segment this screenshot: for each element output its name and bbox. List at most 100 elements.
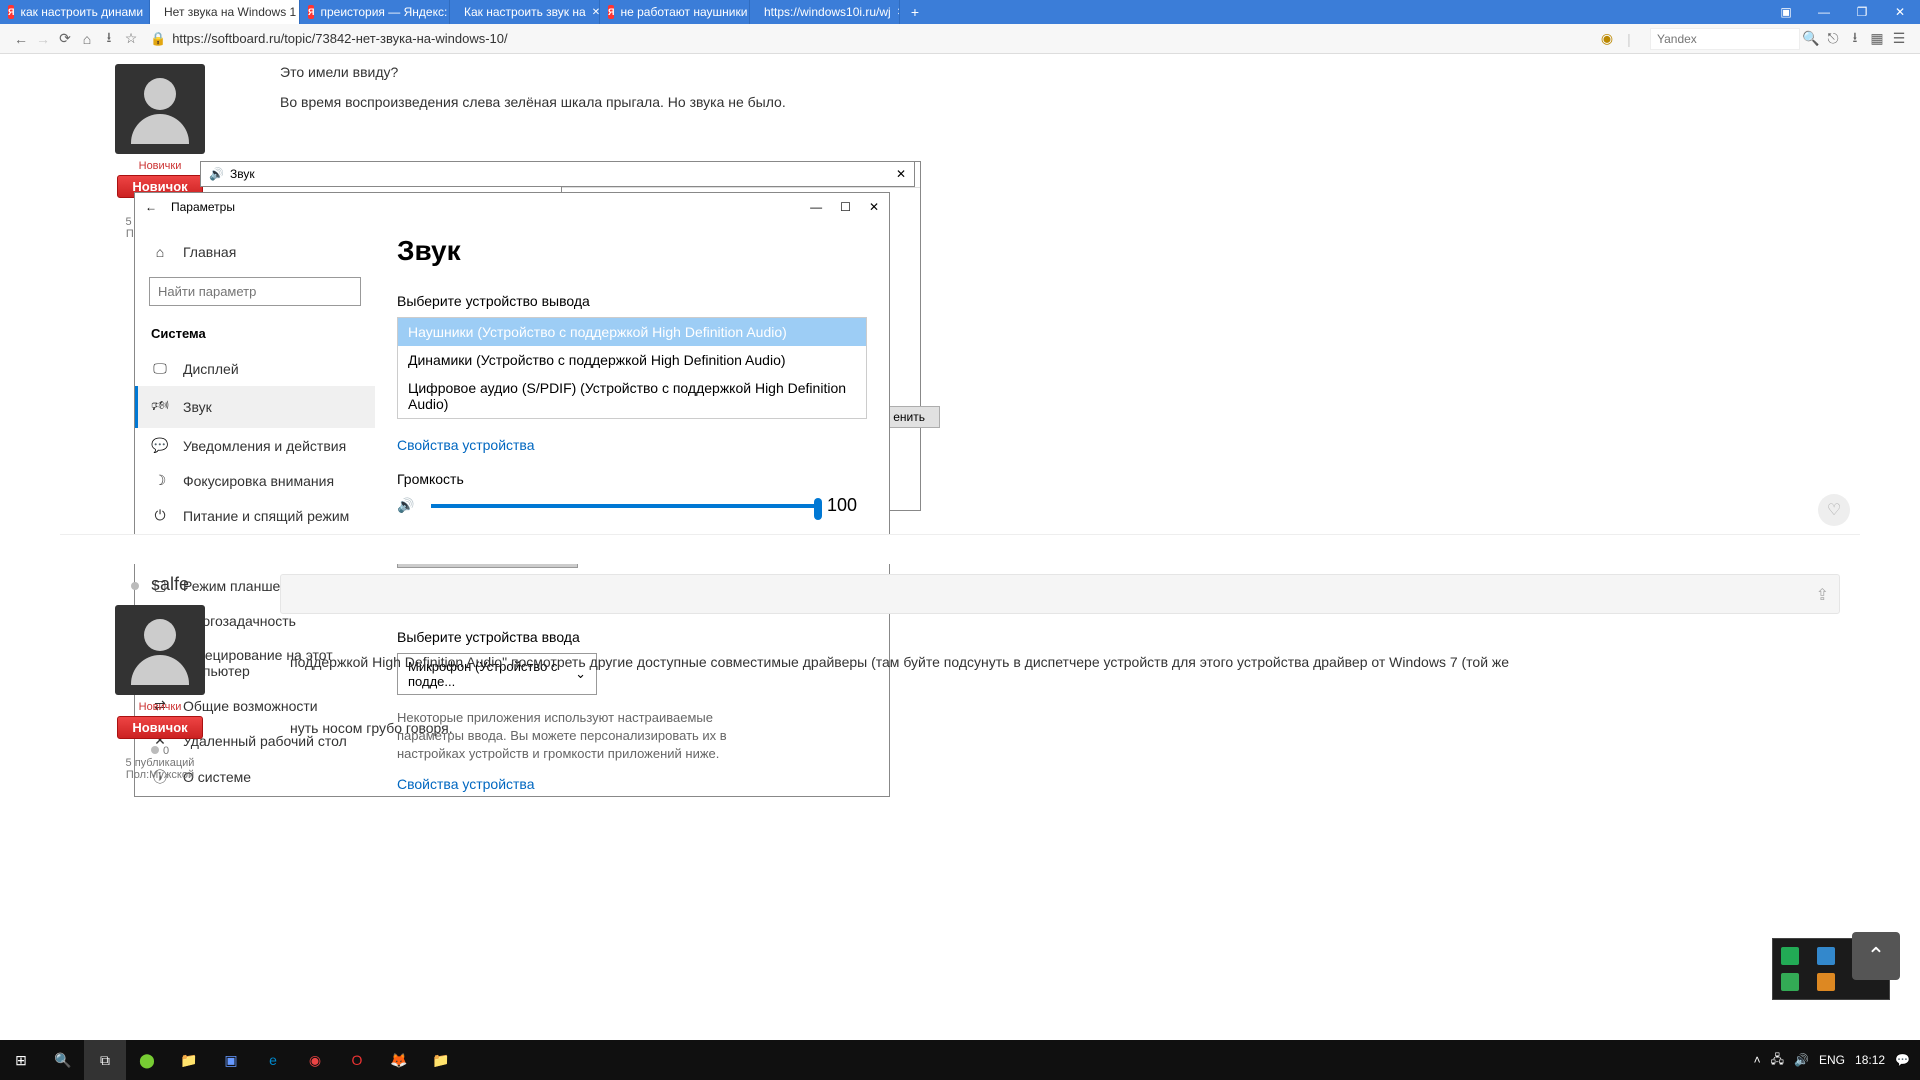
minimize-button[interactable]: — — [1810, 0, 1838, 24]
nav-focus[interactable]: ☽Фокусировка внимания — [135, 463, 375, 498]
page-content: Новички Новичок 0 5 публикаций Пол:Мужск… — [0, 54, 1920, 1040]
device-option[interactable]: Цифровое аудио (S/PDIF) (Устройство с по… — [398, 374, 866, 418]
favicon-yandex: Я — [308, 5, 314, 19]
tray-chevron-icon[interactable]: ˄ — [1754, 1053, 1761, 1067]
browser-tab-active[interactable]: Нет звука на Windows 1✕ — [150, 0, 300, 24]
explorer-icon[interactable]: 📁 — [420, 1040, 462, 1080]
back-button[interactable]: ← — [10, 28, 32, 50]
tray-icon[interactable] — [1781, 947, 1799, 965]
taskbar-app[interactable]: ⬤ — [126, 1040, 168, 1080]
taskbar: ⊞ 🔍 ⧉ ⬤ 📁 ▣ e ◉ O 🦊 📁 ˄ 🖧 🔊 ENG 18:12 💬 — [0, 1040, 1920, 1080]
close-button[interactable]: ✕ — [896, 167, 906, 181]
download-icon[interactable]: ⭳ — [1844, 28, 1866, 50]
window-title: Параметры — [171, 200, 235, 214]
settings-search-input[interactable] — [149, 277, 361, 306]
volume-slider[interactable] — [431, 504, 815, 508]
new-tab-button[interactable]: + — [900, 0, 930, 24]
nav-display[interactable]: 🖵Дисплей — [135, 351, 375, 386]
reload-button[interactable]: ⟳ — [54, 28, 76, 50]
maximize-button[interactable]: ☐ — [840, 200, 851, 214]
volume-icon[interactable]: 🔊 — [1794, 1053, 1809, 1067]
back-button[interactable]: ← — [145, 200, 161, 214]
shield-icon[interactable]: ◉ — [1596, 28, 1618, 50]
url-field[interactable]: 🔒https://softboard.ru/topic/73842-нет-зв… — [142, 31, 1596, 47]
start-button[interactable]: ⊞ — [0, 1040, 42, 1080]
translate-icon[interactable]: ⎋ — [1822, 28, 1844, 50]
search-button[interactable]: 🔍 — [42, 1040, 84, 1080]
clock[interactable]: 18:12 — [1855, 1053, 1885, 1067]
network-icon[interactable]: 🖧 — [1771, 1050, 1784, 1071]
avatar — [115, 605, 205, 695]
device-option[interactable]: Наушники (Устройство с поддержкой High D… — [398, 318, 866, 346]
publications-count: 5 публикаций — [70, 757, 250, 769]
forward-button[interactable]: → — [32, 28, 54, 50]
nav-sound[interactable]: 🕬Звук — [135, 386, 375, 428]
tray-icon[interactable] — [1781, 973, 1799, 991]
search-icon[interactable]: 🔍 — [1800, 28, 1822, 50]
close-button[interactable]: ✕ — [1886, 0, 1914, 24]
taskbar-app[interactable]: 📁 — [168, 1040, 210, 1080]
output-device-label: Выберите устройство вывода — [397, 293, 867, 309]
opera-icon[interactable]: O — [336, 1040, 378, 1080]
search-input[interactable] — [1650, 28, 1800, 50]
window-controls: ▣ — ❐ ✕ — [1772, 0, 1920, 24]
user-rank: Новички — [70, 701, 250, 713]
username: salfe — [151, 574, 189, 594]
device-properties-link[interactable]: Свойства устройства — [397, 437, 535, 453]
favorite-button[interactable]: ☆ — [120, 28, 142, 50]
post-text: поддержкой High Definition Audio" посмот… — [280, 644, 1840, 680]
user-badge: Новичок — [117, 716, 202, 739]
browser-tab[interactable]: Как настроить звук на✕ — [450, 0, 600, 24]
task-view-button[interactable]: ⧉ — [84, 1040, 126, 1080]
user-gender: Пол:Мужской — [70, 769, 250, 781]
browser-tab[interactable]: Япреистория — Яндекс:✕ — [300, 0, 450, 24]
panel-icon[interactable]: ▣ — [1772, 0, 1800, 24]
device-option[interactable]: Динамики (Устройство с поддержкой High D… — [398, 346, 866, 374]
nav-home[interactable]: ⌂Главная — [135, 235, 375, 269]
minimize-button[interactable]: — — [810, 200, 822, 214]
qr-icon[interactable]: ▦ — [1866, 28, 1888, 50]
favicon-yandex: Я — [608, 5, 614, 19]
notification-icon: 💬 — [151, 437, 169, 454]
status-icon — [131, 582, 139, 590]
post-text: нуть носом грубо говоря. — [280, 710, 1840, 746]
sound-window: 🔊 Звук ✕ — [200, 161, 915, 187]
home-button[interactable]: ⌂ — [76, 28, 98, 50]
favicon-yandex: Я — [8, 5, 14, 19]
edge-icon[interactable]: e — [252, 1040, 294, 1080]
like-button[interactable]: ♡ — [1818, 494, 1850, 526]
tray-icon[interactable] — [1817, 947, 1835, 965]
speaker-icon: 🔊 — [209, 167, 224, 181]
maximize-button[interactable]: ❐ — [1848, 0, 1876, 24]
taskbar-app[interactable]: ▣ — [210, 1040, 252, 1080]
close-icon[interactable]: ✕ — [592, 7, 600, 18]
volume-value: 100 — [827, 495, 867, 516]
post-text: Во время воспроизведения слева зелёная ш… — [280, 94, 1840, 110]
close-button[interactable]: ✕ — [869, 200, 879, 214]
browser-tab[interactable]: https://windows10i.ru/wj✕ — [750, 0, 900, 24]
speaker-icon: 🔊 — [397, 497, 419, 514]
volume-label: Громкость — [397, 471, 867, 487]
scroll-top-button[interactable]: ⌃ — [1852, 932, 1900, 980]
browser-tab-bar: Якак настроить динами✕ Нет звука на Wind… — [0, 0, 1920, 24]
avatar — [115, 64, 205, 154]
nav-section-header: Система — [135, 322, 375, 351]
chrome-icon[interactable]: ◉ — [294, 1040, 336, 1080]
user-panel: salfe Новички Новичок 0 5 публикаций Пол… — [60, 564, 260, 791]
sound-icon: 🕬 — [151, 395, 169, 419]
lock-icon: 🔒 — [150, 31, 166, 47]
browser-tab[interactable]: Яне работают наушники✕ — [600, 0, 750, 24]
output-device-list[interactable]: Наушники (Устройство с поддержкой High D… — [397, 317, 867, 419]
page-title: Звук — [397, 235, 867, 267]
notifications-icon[interactable]: 💬 — [1895, 1053, 1910, 1067]
nav-notifications[interactable]: 💬Уведомления и действия — [135, 428, 375, 463]
tray-icon[interactable] — [1817, 973, 1835, 991]
share-icon[interactable]: ⇪ — [1816, 585, 1829, 605]
firefox-icon[interactable]: 🦊 — [378, 1040, 420, 1080]
language-indicator[interactable]: ENG — [1819, 1053, 1845, 1067]
display-icon: 🖵 — [151, 360, 169, 377]
browser-tab[interactable]: Якак настроить динами✕ — [0, 0, 150, 24]
download-button[interactable]: ⭳ — [98, 28, 120, 50]
menu-icon[interactable]: ☰ — [1888, 28, 1910, 50]
post-text: Это имели ввиду? — [280, 64, 1840, 80]
